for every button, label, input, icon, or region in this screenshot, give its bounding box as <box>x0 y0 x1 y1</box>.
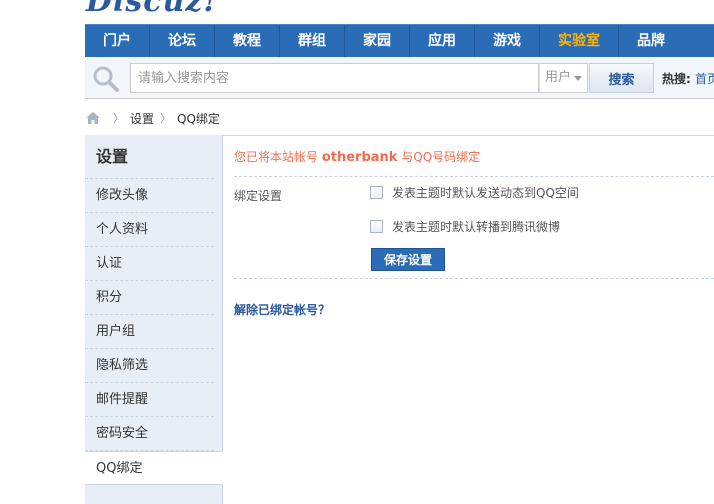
main-content: 您已将本站帐号 otherbank 与QQ号码绑定 绑定设置 发表主题时默认发送… <box>223 135 714 504</box>
sidebar-item-usergroup[interactable]: 用户组 <box>85 315 214 349</box>
nav-item-games[interactable]: 游戏 <box>475 25 540 57</box>
option-weibo-label: 发表主题时默认转播到腾讯微博 <box>392 220 561 234</box>
notice-prefix: 您已将本站帐号 <box>234 150 319 164</box>
hot-search: 热搜: 首页 <box>662 70 714 87</box>
sidebar-item-avatar[interactable]: 修改头像 <box>85 179 214 213</box>
option-qzone-label: 发表主题时默认发送动态到QQ空间 <box>392 186 579 200</box>
search-type-label: 用户 <box>545 70 572 85</box>
chevron-down-icon <box>574 76 582 81</box>
hot-search-link[interactable]: 首页 <box>695 72 714 86</box>
save-settings-button[interactable]: 保存设置 <box>371 248 445 271</box>
sidebar-item-qq-bind[interactable]: QQ绑定 <box>85 451 223 485</box>
divider <box>234 176 714 177</box>
site-logo[interactable]: Discuz! <box>86 0 218 19</box>
nav-item-portal[interactable]: 门户 <box>85 25 150 57</box>
sidebar-item-password[interactable]: 密码安全 <box>85 417 214 451</box>
breadcrumb-settings[interactable]: 设置 <box>130 110 154 127</box>
breadcrumb-separator: 〉 <box>113 112 124 125</box>
hot-search-label: 热搜: <box>662 72 691 86</box>
home-icon[interactable] <box>85 111 101 125</box>
sidebar-title: 设置 <box>85 135 214 179</box>
breadcrumb-qq-bind: QQ绑定 <box>177 111 220 126</box>
search-bar: 用户 搜索 热搜: 首页 <box>85 57 714 99</box>
search-button[interactable]: 搜索 <box>589 63 654 93</box>
divider <box>234 278 714 279</box>
notice-suffix: 与QQ号码绑定 <box>401 150 481 164</box>
bind-settings-label: 绑定设置 <box>234 189 283 203</box>
search-type-select[interactable]: 用户 <box>539 63 588 93</box>
option-weibo[interactable]: 发表主题时默认转播到腾讯微博 <box>370 218 560 235</box>
nav-item-forum[interactable]: 论坛 <box>150 25 215 57</box>
breadcrumb-separator: 〉 <box>160 112 172 125</box>
nav-item-apps[interactable]: 应用 <box>410 25 475 57</box>
nav-item-home[interactable]: 家园 <box>345 25 410 57</box>
search-input[interactable] <box>130 63 539 93</box>
sidebar-item-verify[interactable]: 认证 <box>85 247 214 281</box>
sidebar-item-credits[interactable]: 积分 <box>85 281 214 315</box>
notice-account: otherbank <box>321 150 398 165</box>
nav-item-lab[interactable]: 实验室 <box>540 25 619 57</box>
search-icon[interactable] <box>93 66 119 92</box>
breadcrumb: 〉 设置 〉 QQ绑定 <box>85 109 220 127</box>
qzone-checkbox[interactable] <box>370 186 383 199</box>
settings-sidebar: 设置 修改头像 个人资料 认证 积分 用户组 隐私筛选 邮件提醒 密码安全 QQ… <box>85 135 223 504</box>
nav-item-group[interactable]: 群组 <box>280 25 345 57</box>
nav-item-tutorial[interactable]: 教程 <box>215 25 280 57</box>
main-nav: 门户 论坛 教程 群组 家园 应用 游戏 实验室 品牌 <box>85 24 714 57</box>
weibo-checkbox[interactable] <box>370 220 383 233</box>
sidebar-item-privacy[interactable]: 隐私筛选 <box>85 349 214 383</box>
sidebar-item-profile[interactable]: 个人资料 <box>85 213 214 247</box>
nav-item-brand[interactable]: 品牌 <box>619 25 683 57</box>
unbind-account-link[interactable]: 解除已绑定帐号？ <box>234 301 330 318</box>
bind-notice: 您已将本站帐号 otherbank 与QQ号码绑定 <box>234 148 480 165</box>
option-qzone[interactable]: 发表主题时默认发送动态到QQ空间 <box>370 184 579 201</box>
sidebar-item-email[interactable]: 邮件提醒 <box>85 383 214 417</box>
